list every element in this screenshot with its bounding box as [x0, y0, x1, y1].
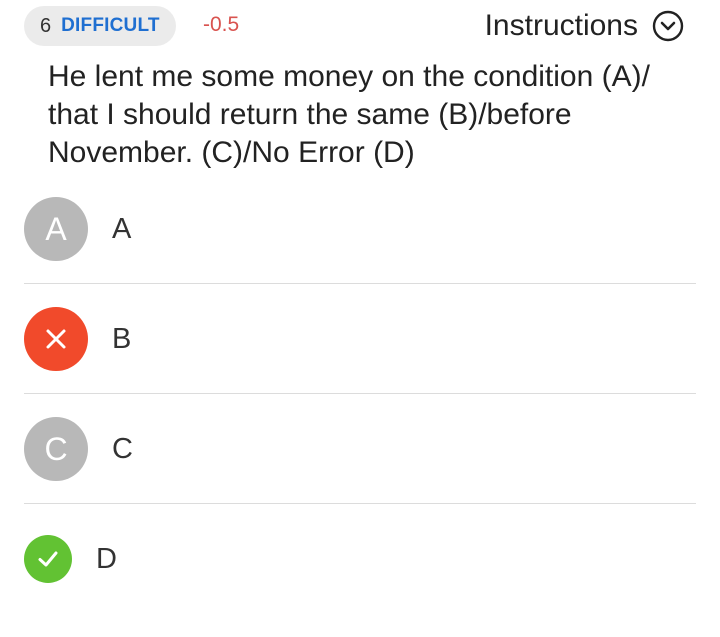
option-a-badge-letter: A [45, 210, 67, 247]
option-a[interactable]: A A [0, 174, 720, 284]
option-d-label: D [96, 542, 117, 575]
negative-marks: -0.5 [203, 13, 240, 36]
option-c-badge-letter: C [44, 430, 68, 467]
option-c-badge: C [24, 417, 88, 481]
check-icon [38, 551, 58, 567]
options-list: A A B C C D [0, 174, 720, 614]
option-a-badge: A [24, 197, 88, 261]
question-info-pill: 6 DIFFICULT [24, 6, 176, 46]
question-number: 6 [40, 14, 52, 37]
option-d[interactable]: D [0, 504, 720, 614]
option-d-badge [24, 535, 72, 583]
difficulty-label: DIFFICULT [61, 15, 160, 36]
close-icon [46, 329, 66, 349]
chevron-down-icon [652, 10, 684, 42]
option-c-label: C [112, 432, 133, 465]
option-a-label: A [112, 212, 132, 245]
option-b-badge [24, 307, 88, 371]
instructions-label: Instructions [484, 9, 638, 42]
instructions-button[interactable]: Instructions [485, 6, 684, 46]
option-b-label: B [112, 322, 132, 355]
option-b[interactable]: B [0, 284, 720, 394]
question-header: 6 DIFFICULT -0.5 Instructions [0, 0, 720, 52]
question-text: He lent me some money on the condition (… [48, 60, 650, 169]
option-c[interactable]: C C [0, 394, 720, 504]
